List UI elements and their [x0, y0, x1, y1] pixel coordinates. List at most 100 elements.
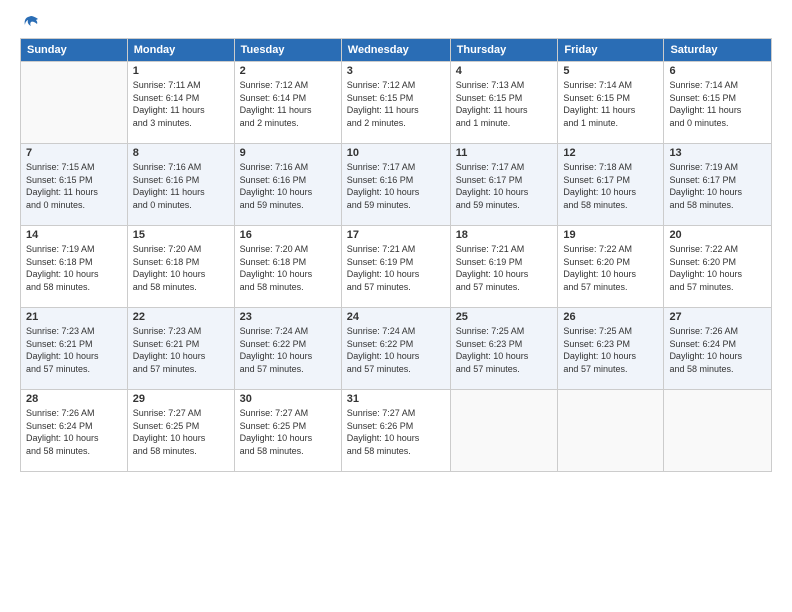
calendar-cell [664, 390, 772, 472]
week-row-4: 21 Sunrise: 7:23 AM Sunset: 6:21 PM Dayli… [21, 308, 772, 390]
calendar-cell: 24 Sunrise: 7:24 AM Sunset: 6:22 PM Dayli… [341, 308, 450, 390]
day-info: Sunrise: 7:27 AM Sunset: 6:25 PM Dayligh… [133, 407, 229, 457]
day-info: Sunrise: 7:25 AM Sunset: 6:23 PM Dayligh… [563, 325, 658, 375]
day-number: 24 [347, 311, 445, 323]
day-info: Sunrise: 7:17 AM Sunset: 6:17 PM Dayligh… [456, 161, 553, 211]
day-number: 19 [563, 229, 658, 241]
calendar-cell: 5 Sunrise: 7:14 AM Sunset: 6:15 PM Daylig… [558, 62, 664, 144]
day-info: Sunrise: 7:17 AM Sunset: 6:16 PM Dayligh… [347, 161, 445, 211]
calendar-cell: 29 Sunrise: 7:27 AM Sunset: 6:25 PM Dayli… [127, 390, 234, 472]
day-info: Sunrise: 7:24 AM Sunset: 6:22 PM Dayligh… [347, 325, 445, 375]
weekday-header-thursday: Thursday [450, 39, 558, 62]
day-info: Sunrise: 7:27 AM Sunset: 6:25 PM Dayligh… [240, 407, 336, 457]
calendar-cell [450, 390, 558, 472]
day-info: Sunrise: 7:14 AM Sunset: 6:15 PM Dayligh… [563, 79, 658, 129]
day-info: Sunrise: 7:20 AM Sunset: 6:18 PM Dayligh… [240, 243, 336, 293]
calendar-cell: 22 Sunrise: 7:23 AM Sunset: 6:21 PM Dayli… [127, 308, 234, 390]
day-number: 17 [347, 229, 445, 241]
day-info: Sunrise: 7:19 AM Sunset: 6:18 PM Dayligh… [26, 243, 122, 293]
calendar-cell: 9 Sunrise: 7:16 AM Sunset: 6:16 PM Daylig… [234, 144, 341, 226]
calendar-cell: 11 Sunrise: 7:17 AM Sunset: 6:17 PM Dayli… [450, 144, 558, 226]
day-info: Sunrise: 7:16 AM Sunset: 6:16 PM Dayligh… [240, 161, 336, 211]
day-info: Sunrise: 7:21 AM Sunset: 6:19 PM Dayligh… [456, 243, 553, 293]
day-number: 21 [26, 311, 122, 323]
weekday-header-wednesday: Wednesday [341, 39, 450, 62]
calendar-cell: 30 Sunrise: 7:27 AM Sunset: 6:25 PM Dayli… [234, 390, 341, 472]
day-number: 27 [669, 311, 766, 323]
calendar-cell: 4 Sunrise: 7:13 AM Sunset: 6:15 PM Daylig… [450, 62, 558, 144]
day-info: Sunrise: 7:23 AM Sunset: 6:21 PM Dayligh… [133, 325, 229, 375]
day-info: Sunrise: 7:11 AM Sunset: 6:14 PM Dayligh… [133, 79, 229, 129]
calendar-cell: 21 Sunrise: 7:23 AM Sunset: 6:21 PM Dayli… [21, 308, 128, 390]
day-number: 25 [456, 311, 553, 323]
day-number: 29 [133, 393, 229, 405]
day-number: 7 [26, 147, 122, 159]
logo-bird-icon [22, 14, 40, 32]
day-number: 3 [347, 65, 445, 77]
calendar-cell: 7Sunrise: 7:15 AM Sunset: 6:15 PM Daylig… [21, 144, 128, 226]
day-info: Sunrise: 7:14 AM Sunset: 6:15 PM Dayligh… [669, 79, 766, 129]
day-info: Sunrise: 7:20 AM Sunset: 6:18 PM Dayligh… [133, 243, 229, 293]
day-number: 4 [456, 65, 553, 77]
day-number: 5 [563, 65, 658, 77]
day-number: 11 [456, 147, 553, 159]
calendar-cell: 10 Sunrise: 7:17 AM Sunset: 6:16 PM Dayli… [341, 144, 450, 226]
day-info: Sunrise: 7:12 AM Sunset: 6:15 PM Dayligh… [347, 79, 445, 129]
day-number: 26 [563, 311, 658, 323]
day-info: Sunrise: 7:18 AM Sunset: 6:17 PM Dayligh… [563, 161, 658, 211]
calendar-cell: 6 Sunrise: 7:14 AM Sunset: 6:15 PM Daylig… [664, 62, 772, 144]
header [20, 18, 772, 28]
day-number: 6 [669, 65, 766, 77]
day-info: Sunrise: 7:12 AM Sunset: 6:14 PM Dayligh… [240, 79, 336, 129]
calendar-cell: 17 Sunrise: 7:21 AM Sunset: 6:19 PM Dayli… [341, 226, 450, 308]
calendar-cell: 2Sunrise: 7:12 AM Sunset: 6:14 PM Daylig… [234, 62, 341, 144]
logo [20, 18, 40, 28]
calendar-cell: 18Sunrise: 7:21 AM Sunset: 6:19 PM Dayli… [450, 226, 558, 308]
calendar-cell: 3 Sunrise: 7:12 AM Sunset: 6:15 PM Daylig… [341, 62, 450, 144]
calendar-cell: 25Sunrise: 7:25 AM Sunset: 6:23 PM Dayli… [450, 308, 558, 390]
calendar-table: SundayMondayTuesdayWednesdayThursdayFrid… [20, 38, 772, 472]
day-info: Sunrise: 7:23 AM Sunset: 6:21 PM Dayligh… [26, 325, 122, 375]
day-info: Sunrise: 7:27 AM Sunset: 6:26 PM Dayligh… [347, 407, 445, 457]
calendar-cell: 14 Sunrise: 7:19 AM Sunset: 6:18 PM Dayli… [21, 226, 128, 308]
day-number: 22 [133, 311, 229, 323]
weekday-header-friday: Friday [558, 39, 664, 62]
day-number: 30 [240, 393, 336, 405]
day-number: 15 [133, 229, 229, 241]
day-number: 20 [669, 229, 766, 241]
day-info: Sunrise: 7:13 AM Sunset: 6:15 PM Dayligh… [456, 79, 553, 129]
day-info: Sunrise: 7:22 AM Sunset: 6:20 PM Dayligh… [563, 243, 658, 293]
week-row-2: 7Sunrise: 7:15 AM Sunset: 6:15 PM Daylig… [21, 144, 772, 226]
day-number: 1 [133, 65, 229, 77]
weekday-header-saturday: Saturday [664, 39, 772, 62]
day-info: Sunrise: 7:26 AM Sunset: 6:24 PM Dayligh… [26, 407, 122, 457]
day-number: 14 [26, 229, 122, 241]
calendar-cell: 8Sunrise: 7:16 AM Sunset: 6:16 PM Daylig… [127, 144, 234, 226]
calendar-cell: 12Sunrise: 7:18 AM Sunset: 6:17 PM Dayli… [558, 144, 664, 226]
day-number: 31 [347, 393, 445, 405]
day-number: 8 [133, 147, 229, 159]
day-number: 13 [669, 147, 766, 159]
day-number: 9 [240, 147, 336, 159]
calendar-cell: 19 Sunrise: 7:22 AM Sunset: 6:20 PM Dayli… [558, 226, 664, 308]
calendar-cell [558, 390, 664, 472]
week-row-1: 1 Sunrise: 7:11 AM Sunset: 6:14 PM Daylig… [21, 62, 772, 144]
day-info: Sunrise: 7:19 AM Sunset: 6:17 PM Dayligh… [669, 161, 766, 211]
calendar-cell: 28 Sunrise: 7:26 AM Sunset: 6:24 PM Dayli… [21, 390, 128, 472]
calendar-cell: 31 Sunrise: 7:27 AM Sunset: 6:26 PM Dayli… [341, 390, 450, 472]
day-info: Sunrise: 7:22 AM Sunset: 6:20 PM Dayligh… [669, 243, 766, 293]
calendar-cell: 27Sunrise: 7:26 AM Sunset: 6:24 PM Dayli… [664, 308, 772, 390]
week-row-5: 28 Sunrise: 7:26 AM Sunset: 6:24 PM Dayli… [21, 390, 772, 472]
calendar-cell: 13 Sunrise: 7:19 AM Sunset: 6:17 PM Dayli… [664, 144, 772, 226]
calendar-cell: 23Sunrise: 7:24 AM Sunset: 6:22 PM Dayli… [234, 308, 341, 390]
day-info: Sunrise: 7:21 AM Sunset: 6:19 PM Dayligh… [347, 243, 445, 293]
page: SundayMondayTuesdayWednesdayThursdayFrid… [0, 0, 792, 612]
day-number: 10 [347, 147, 445, 159]
weekday-header-sunday: Sunday [21, 39, 128, 62]
week-row-3: 14 Sunrise: 7:19 AM Sunset: 6:18 PM Dayli… [21, 226, 772, 308]
day-info: Sunrise: 7:24 AM Sunset: 6:22 PM Dayligh… [240, 325, 336, 375]
day-number: 28 [26, 393, 122, 405]
weekday-header-row: SundayMondayTuesdayWednesdayThursdayFrid… [21, 39, 772, 62]
day-number: 16 [240, 229, 336, 241]
weekday-header-monday: Monday [127, 39, 234, 62]
